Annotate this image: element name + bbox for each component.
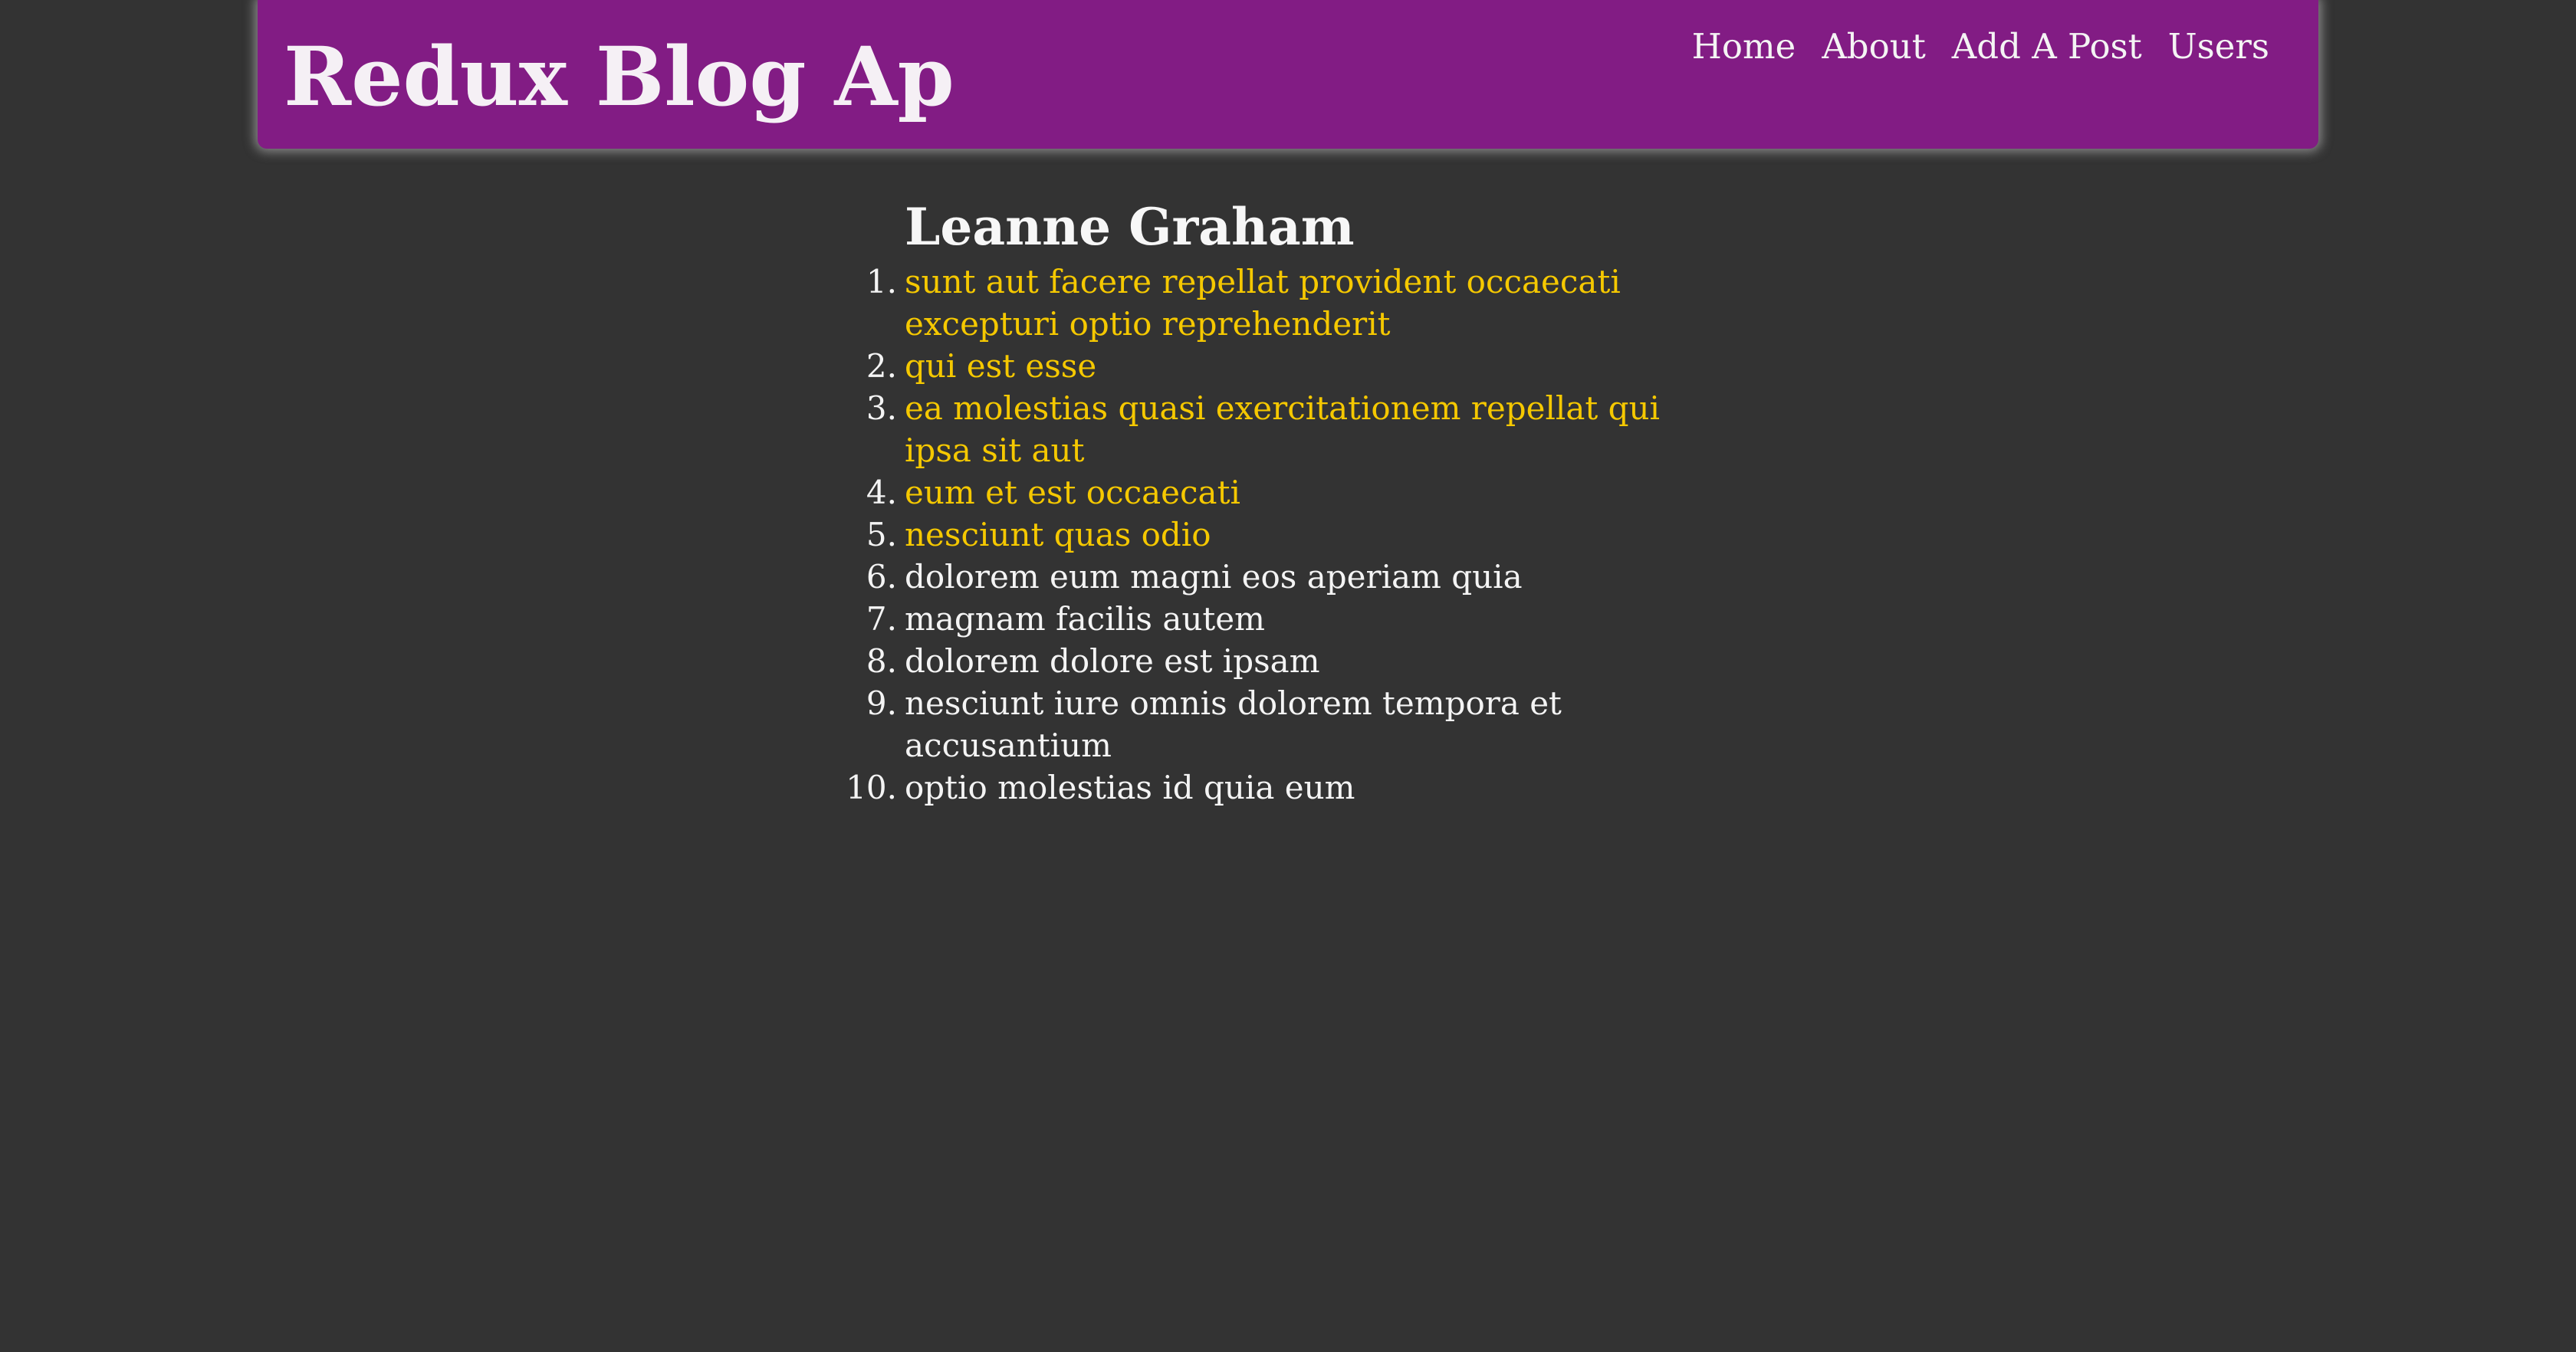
app-header: Redux Blog Ap Home About Add A Post User…	[258, 0, 2318, 149]
post-list-item: 6. dolorem eum magni eos aperiam quia	[866, 556, 1710, 598]
post-list-item: 1. sunt aut facere repellat provident oc…	[866, 261, 1710, 345]
post-list-item: 9. nesciunt iure omnis dolorem tempora e…	[866, 682, 1710, 766]
post-number: 6.	[866, 558, 897, 596]
post-link[interactable]: dolorem dolore est ipsam	[905, 640, 1710, 682]
post-number: 8.	[866, 642, 897, 680]
post-link[interactable]: nesciunt quas odio	[905, 514, 1710, 556]
post-link[interactable]: sunt aut facere repellat provident occae…	[905, 261, 1710, 345]
post-number: 5.	[866, 516, 897, 553]
user-post-list: 1. sunt aut facere repellat provident oc…	[846, 261, 1710, 809]
main-nav: Home About Add A Post Users	[1692, 20, 2269, 74]
post-number: 10.	[846, 769, 897, 806]
post-list-item: 4. eum et est occaecati	[866, 471, 1710, 514]
post-link[interactable]: eum et est occaecati	[905, 471, 1710, 514]
post-link[interactable]: dolorem eum magni eos aperiam quia	[905, 556, 1710, 598]
post-number: 4.	[866, 474, 897, 511]
post-link[interactable]: nesciunt iure omnis dolorem tempora et a…	[905, 682, 1710, 766]
user-name-heading: Leanne Graham	[905, 197, 1355, 257]
post-list-item: 10. optio molestias id quia eum	[846, 766, 1710, 809]
post-number: 7.	[866, 600, 897, 638]
post-number: 1.	[866, 263, 897, 300]
user-page: Leanne Graham 1. sunt aut facere repella…	[846, 193, 1710, 809]
post-link[interactable]: optio molestias id quia eum	[905, 766, 1710, 809]
post-link[interactable]: ea molestias quasi exercitationem repell…	[905, 387, 1710, 471]
post-list-item: 7. magnam facilis autem	[866, 598, 1710, 640]
post-link[interactable]: magnam facilis autem	[905, 598, 1710, 640]
nav-home-link[interactable]: Home	[1692, 20, 1796, 74]
nav-about-link[interactable]: About	[1822, 20, 1925, 74]
post-number: 9.	[866, 684, 897, 722]
post-number: 3.	[866, 389, 897, 427]
app-title: Redux Blog Ap	[284, 28, 955, 124]
post-list-item: 3. ea molestias quasi exercitationem rep…	[866, 387, 1710, 471]
post-link[interactable]: qui est esse	[905, 345, 1710, 387]
nav-add-post-link[interactable]: Add A Post	[1952, 20, 2142, 74]
post-number: 2.	[866, 347, 897, 385]
post-list-item: 8. dolorem dolore est ipsam	[866, 640, 1710, 682]
post-list-item: 5. nesciunt quas odio	[866, 514, 1710, 556]
nav-users-link[interactable]: Users	[2168, 20, 2269, 74]
post-list-item: 2. qui est esse	[866, 345, 1710, 387]
